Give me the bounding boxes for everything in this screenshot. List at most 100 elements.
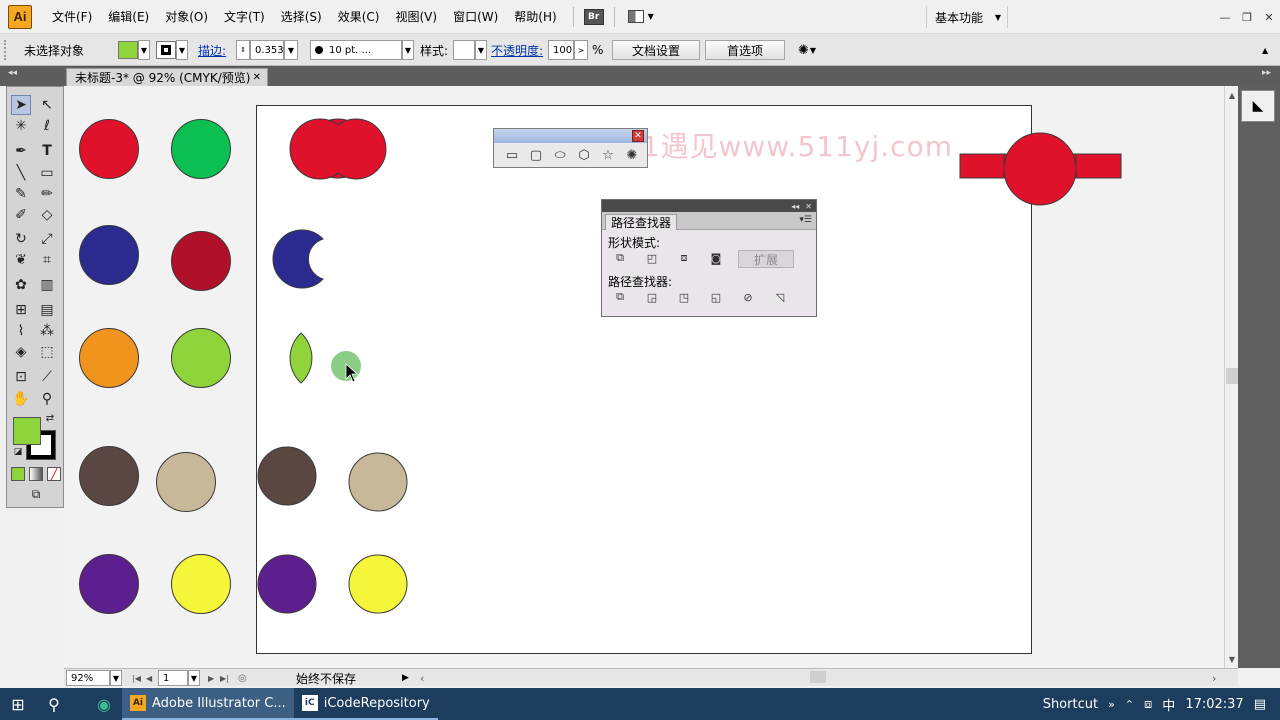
- exclude-icon[interactable]: ◙: [708, 251, 724, 265]
- trim-icon[interactable]: ◲: [644, 290, 660, 304]
- scroll-up-icon[interactable]: ▲: [1225, 88, 1239, 102]
- pathfinder-tab[interactable]: 路径查找器: [605, 214, 678, 230]
- chevron-right-icon[interactable]: >: [574, 40, 588, 60]
- stroke-control[interactable]: ▼: [156, 40, 188, 60]
- fill-swatch[interactable]: [118, 41, 138, 59]
- shortcut-label[interactable]: Shortcut: [1043, 697, 1098, 712]
- mesh-tool-icon[interactable]: ⊞: [11, 300, 31, 320]
- document-tab[interactable]: 未标题-3* @ 92% (CMYK/预览) ✕: [66, 68, 268, 86]
- slice-tool-icon[interactable]: ⟋: [37, 367, 57, 387]
- scroll-right-icon[interactable]: ›: [1212, 670, 1216, 686]
- polygon-tool-icon[interactable]: ⬡: [572, 145, 596, 165]
- rectangle-tool-icon[interactable]: ▭: [37, 163, 57, 183]
- previous-page-icon[interactable]: ◀: [146, 670, 152, 686]
- type-tool-icon[interactable]: T: [37, 141, 57, 161]
- clock[interactable]: 17:02:37: [1185, 697, 1243, 712]
- fill-control[interactable]: ▼: [118, 40, 150, 60]
- scale-tool-icon[interactable]: ⤢: [37, 229, 57, 249]
- canvas-pasteboard[interactable]: [64, 86, 1224, 668]
- live-paint-bucket-tool-icon[interactable]: ◈: [11, 342, 31, 362]
- scroll-left-icon[interactable]: ‹: [420, 670, 424, 686]
- circle-brown[interactable]: [79, 446, 139, 506]
- lasso-tool-icon[interactable]: ℓ: [37, 116, 57, 136]
- menu-edit[interactable]: 编辑(E): [100, 0, 157, 34]
- tray-up-chevron-icon[interactable]: ⌃: [1125, 698, 1134, 711]
- unite-icon[interactable]: ⧉: [612, 251, 628, 265]
- warp-tool-icon[interactable]: ❦: [11, 250, 31, 270]
- gradient-panel-icon[interactable]: ◣: [1241, 90, 1275, 122]
- circle-red[interactable]: [79, 119, 139, 179]
- opacity-control[interactable]: 100 >: [548, 40, 588, 60]
- blob-brush-tool-icon[interactable]: ✐: [11, 205, 31, 225]
- ime-indicator[interactable]: 中: [1162, 695, 1175, 714]
- next-page-icon[interactable]: ▶: [208, 670, 214, 686]
- chevron-down-icon[interactable]: ▼: [176, 40, 188, 60]
- fill-color-box[interactable]: [13, 417, 41, 445]
- opacity-input[interactable]: 100: [548, 40, 574, 60]
- color-mode-icon[interactable]: [11, 467, 25, 481]
- chevron-down-icon[interactable]: ▼: [110, 670, 122, 686]
- circle-lime[interactable]: [171, 328, 231, 388]
- artboard[interactable]: [256, 105, 1032, 654]
- start-icon[interactable]: ⊞: [0, 688, 36, 720]
- chevron-down-icon[interactable]: ▼: [284, 40, 298, 60]
- circle-orange[interactable]: [79, 328, 139, 388]
- menu-window[interactable]: 窗口(W): [445, 0, 506, 34]
- eyedropper-tool-icon[interactable]: ⌇: [11, 321, 31, 341]
- restore-button[interactable]: ❐: [1236, 11, 1258, 24]
- stroke-stepper[interactable]: ⇕: [236, 40, 250, 60]
- direct-selection-tool-icon[interactable]: ↖: [37, 95, 57, 115]
- menu-type[interactable]: 文字(T): [216, 0, 273, 34]
- ellipse-tool-icon[interactable]: ⬭: [548, 145, 572, 165]
- preferences-button[interactable]: 首选项: [705, 40, 785, 60]
- zoom-control[interactable]: 92% ▼: [66, 670, 122, 686]
- chevron-down-icon[interactable]: ▼: [475, 40, 487, 60]
- grip-handle[interactable]: [4, 40, 8, 60]
- network-icon[interactable]: ⧈: [1144, 697, 1152, 712]
- selection-tool-icon[interactable]: ➤: [11, 95, 31, 115]
- expand-button[interactable]: 扩展: [738, 250, 794, 268]
- overflow-chevron-icon[interactable]: »: [1108, 698, 1115, 711]
- workspace-switcher[interactable]: 基本功能 ▼: [926, 6, 1008, 28]
- menu-object[interactable]: 对象(O): [157, 0, 216, 34]
- circle-navy[interactable]: [79, 225, 139, 285]
- intersect-icon[interactable]: ⧈: [676, 251, 692, 265]
- minimize-button[interactable]: —: [1214, 11, 1236, 24]
- close-button[interactable]: ✕: [1258, 11, 1280, 24]
- menu-effect[interactable]: 效果(C): [330, 0, 388, 34]
- notifications-icon[interactable]: ▤: [1254, 697, 1266, 712]
- bridge-button[interactable]: Br: [582, 6, 606, 28]
- stroke-weight-field[interactable]: ⇕ 0.353 ▼: [236, 40, 298, 60]
- page-field[interactable]: 1: [158, 670, 188, 686]
- live-paint-selection-tool-icon[interactable]: ⬚: [37, 342, 57, 362]
- divide-icon[interactable]: ⧉: [612, 290, 628, 304]
- pathfinder-top-bar[interactable]: ◂◂ ✕: [602, 200, 816, 212]
- chevron-down-icon[interactable]: ▼: [188, 670, 200, 686]
- circle-green[interactable]: [171, 119, 231, 179]
- search-icon[interactable]: ⚲: [36, 688, 72, 720]
- style-control[interactable]: ▼: [453, 40, 487, 60]
- style-swatch[interactable]: [453, 40, 475, 60]
- stroke-label[interactable]: 描边:: [198, 40, 226, 60]
- eraser-tool-icon[interactable]: ◇: [37, 205, 57, 225]
- stroke-weight-input[interactable]: 0.353: [250, 40, 284, 60]
- close-icon[interactable]: ✕: [632, 130, 644, 142]
- horizontal-scroll-thumb[interactable]: [810, 671, 826, 683]
- default-colors-icon[interactable]: ◪: [11, 445, 25, 459]
- stroke-swatch[interactable]: [156, 41, 176, 59]
- flare-tool-icon[interactable]: ✺: [620, 145, 644, 165]
- star-tool-icon[interactable]: ☆: [596, 145, 620, 165]
- close-icon[interactable]: ✕: [805, 202, 812, 211]
- close-icon[interactable]: ✕: [253, 72, 261, 83]
- taskbar-app-icoderepository[interactable]: iC iCodeRepository: [293, 688, 438, 720]
- outline-icon[interactable]: ⊘: [740, 290, 756, 304]
- collapse-tools-icon[interactable]: ◂◂: [8, 68, 17, 78]
- status-reset-icon[interactable]: ◎: [238, 670, 247, 686]
- brush-definition[interactable]: 10 pt. ... ▼: [310, 40, 414, 60]
- minus-front-icon[interactable]: ◰: [644, 251, 660, 265]
- vertical-scrollbar[interactable]: ▲ ▼: [1224, 86, 1238, 668]
- paintbrush-tool-icon[interactable]: ✎: [11, 184, 31, 204]
- line-tool-icon[interactable]: ╲: [11, 163, 31, 183]
- gradient-tool-icon[interactable]: ▤: [37, 300, 57, 320]
- zoom-field[interactable]: 92%: [66, 670, 110, 686]
